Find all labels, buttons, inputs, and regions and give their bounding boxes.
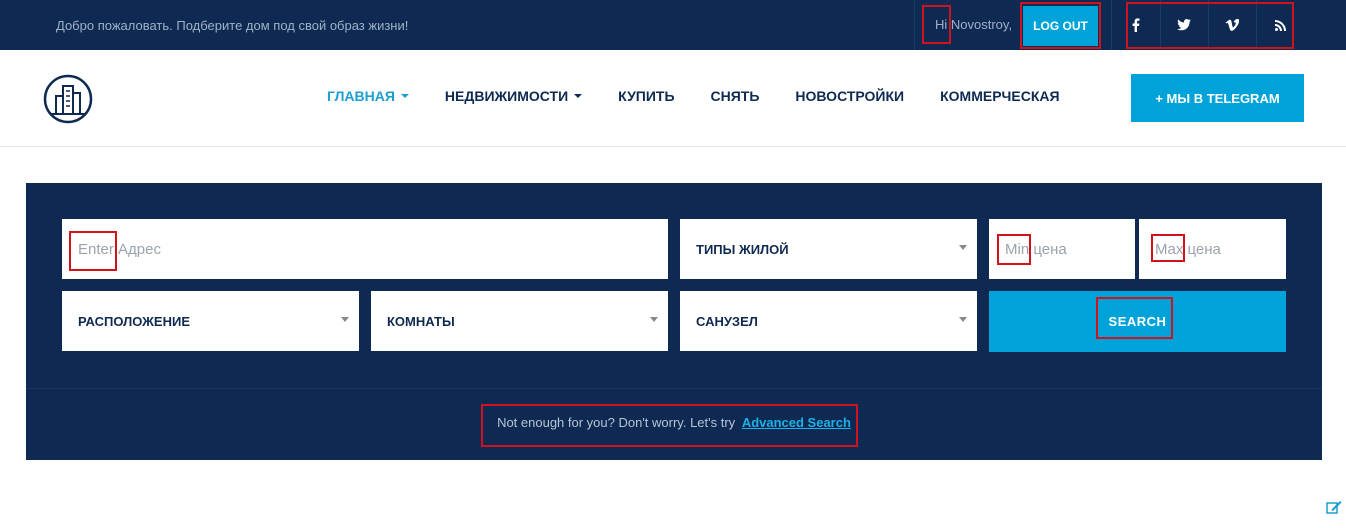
location-select[interactable]: РАСПОЛОЖЕНИЕ (62, 291, 359, 351)
advanced-search-link[interactable]: Advanced Search (742, 415, 851, 430)
search-panel: Enter Адрес ТИПЫ ЖИЛОЙ Min цена Max цена… (26, 183, 1322, 460)
nav-item-commercial[interactable]: КОММЕРЧЕСКАЯ (940, 88, 1059, 104)
nav-item-home[interactable]: ГЛАВНАЯ (327, 88, 409, 104)
bath-select-label: САНУЗЕЛ (696, 313, 758, 329)
advanced-search-text: Not enough for you? Don't worry. Let's t… (497, 415, 736, 430)
divider (26, 388, 1322, 389)
nav-item-rent[interactable]: СНЯТЬ (711, 88, 760, 104)
main-nav: ГЛАВНАЯ НЕДВИЖИМОСТИ КУПИТЬ СНЯТЬ НОВОСТ… (327, 88, 1096, 104)
telegram-button[interactable]: + МЫ В TELEGRAM (1131, 74, 1304, 122)
type-select[interactable]: ТИПЫ ЖИЛОЙ (680, 219, 977, 279)
nav-item-buy[interactable]: КУПИТЬ (618, 88, 674, 104)
greeting-text: Hi Novostroy, (935, 17, 1013, 32)
nav-item-label: КОММЕРЧЕСКАЯ (940, 88, 1060, 104)
site-header: ГЛАВНАЯ НЕДВИЖИМОСТИ КУПИТЬ СНЯТЬ НОВОСТ… (0, 50, 1346, 147)
nav-item-label: КУПИТЬ (618, 88, 675, 104)
top-bar: Добро пожаловать. Подберите дом под свой… (0, 0, 1346, 62)
edit-icon[interactable] (1326, 500, 1342, 514)
chevron-down-icon (574, 94, 583, 98)
dropdown-arrow-icon (959, 317, 967, 322)
dropdown-arrow-icon (959, 245, 967, 250)
rooms-select[interactable]: КОМНАТЫ (371, 291, 668, 351)
location-select-label: РАСПОЛОЖЕНИЕ (78, 313, 190, 329)
vimeo-icon[interactable] (1208, 0, 1256, 50)
facebook-icon[interactable] (1112, 0, 1160, 50)
divider (914, 0, 915, 50)
nav-item-realty[interactable]: НЕДВИЖИМОСТИ (444, 88, 583, 104)
address-input[interactable]: Enter Адрес (62, 219, 668, 279)
nav-item-label: СНЯТЬ (710, 88, 760, 104)
bath-select[interactable]: САНУЗЕЛ (680, 291, 977, 351)
building-logo-icon[interactable] (43, 74, 93, 124)
rss-icon[interactable] (1256, 0, 1304, 50)
nav-item-new-buildings[interactable]: НОВОСТРОЙКИ (795, 88, 904, 104)
max-price-input[interactable]: Max цена (1139, 219, 1286, 279)
type-select-label: ТИПЫ ЖИЛОЙ (696, 241, 789, 257)
page: Добро пожаловать. Подберите дом под свой… (0, 0, 1346, 528)
rooms-select-label: КОМНАТЫ (387, 313, 455, 329)
logout-button[interactable]: LOG OUT (1023, 6, 1098, 46)
dropdown-arrow-icon (341, 317, 349, 322)
nav-item-label: ГЛАВНАЯ (327, 88, 395, 104)
welcome-text: Добро пожаловать. Подберите дом под свой… (56, 18, 409, 33)
search-button[interactable]: SEARCH (989, 291, 1286, 352)
advanced-search-hint: Not enough for you? Don't worry. Let's t… (26, 415, 1322, 430)
twitter-icon[interactable] (1160, 0, 1208, 50)
dropdown-arrow-icon (650, 317, 658, 322)
nav-item-label: НОВОСТРОЙКИ (795, 88, 905, 104)
nav-item-label: НЕДВИЖИМОСТИ (444, 88, 569, 104)
min-price-input[interactable]: Min цена (989, 219, 1135, 279)
chevron-down-icon (400, 94, 409, 98)
